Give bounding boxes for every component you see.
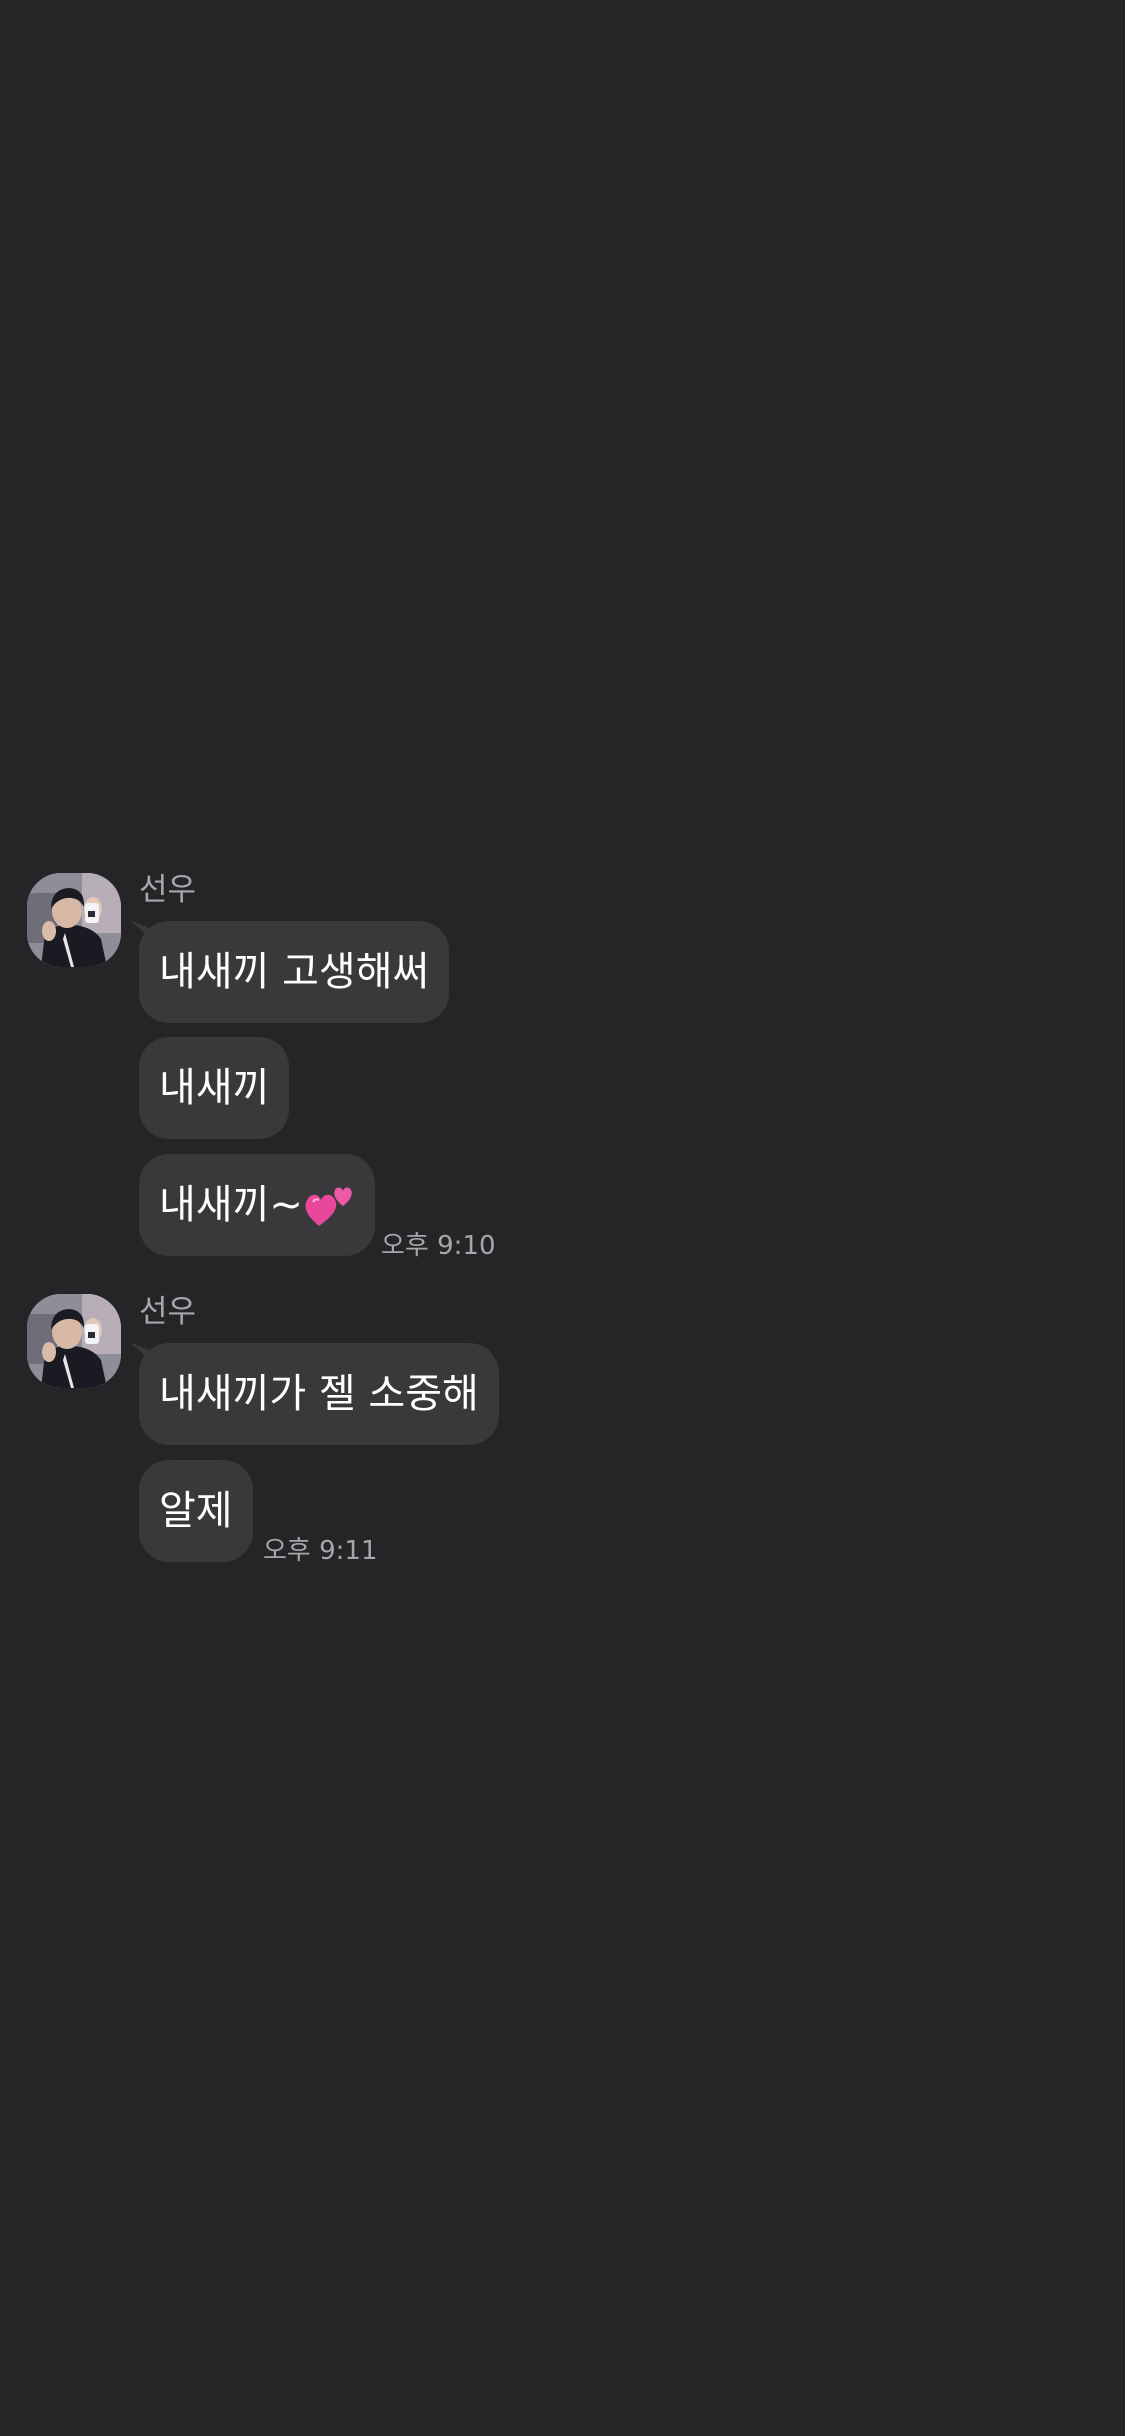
message-text: 내새끼~ [159,1182,303,1228]
message-text: 내새끼가 젤 소중해 [159,1371,479,1417]
message-bubble[interactable]: 내새끼가 젤 소중해 [130,1343,499,1445]
bubble-tail-icon [130,921,154,945]
message-bubble[interactable]: 내새끼 [139,1037,290,1139]
two-hearts-icon [305,1187,352,1226]
avatar[interactable] [27,1294,121,1388]
chat-screen: 선우 내새끼 고생해써 내새끼 내새끼~ 오후 9:10 선우 내새끼가 젤 소… [0,0,1125,2436]
message-text: 내새끼 [159,1065,270,1111]
sender-name: 선우 [139,1294,197,1330]
bubble-tail-icon [130,1343,154,1367]
sender-name: 선우 [139,872,197,908]
message-timestamp: 오후 9:10 [381,1231,496,1261]
message-bubble[interactable]: 알제 [139,1460,253,1562]
avatar[interactable] [27,873,121,967]
message-text: 내새끼 고생해써 [159,949,430,995]
profile-photo-icon [27,1294,121,1388]
message-timestamp: 오후 9:11 [263,1536,378,1566]
message-text: 알제 [159,1488,233,1534]
message-bubble[interactable]: 내새끼 고생해써 [130,921,450,1023]
message-bubble[interactable]: 내새끼~ [139,1154,375,1256]
profile-photo-icon [27,873,121,967]
